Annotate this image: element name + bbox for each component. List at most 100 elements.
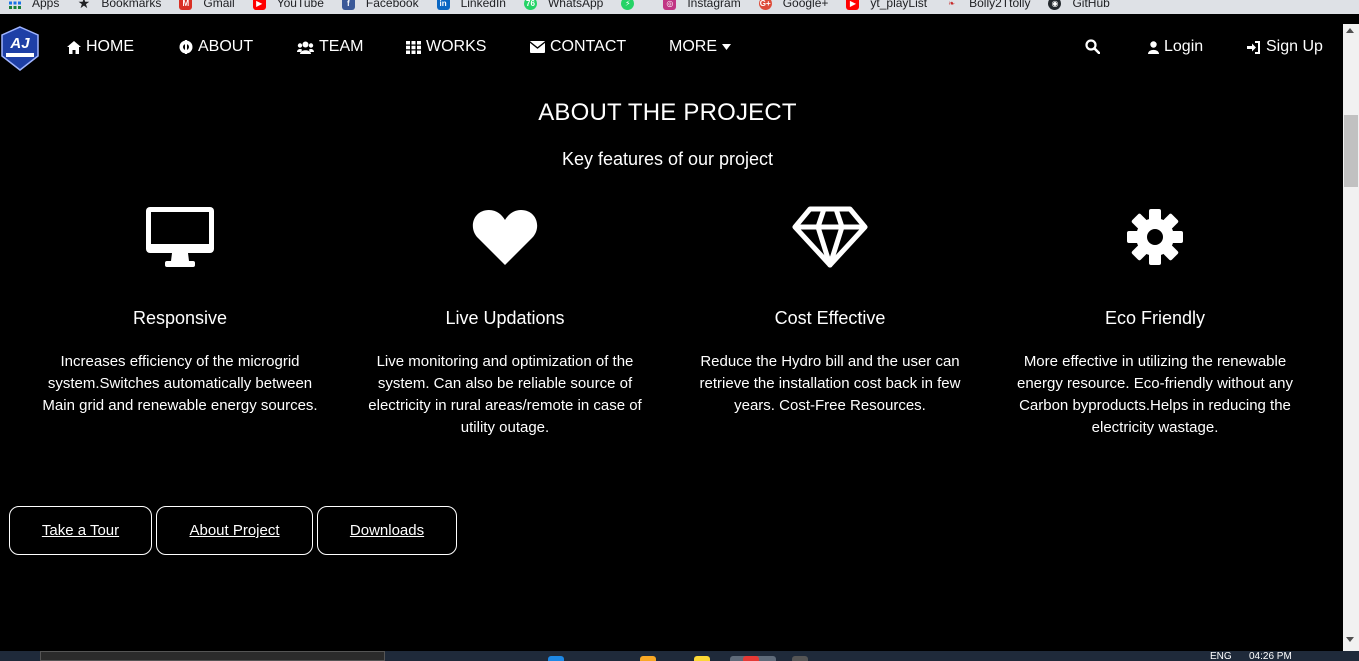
bookmark-label: Bookmarks [101, 0, 162, 10]
bookmark-label: WhatsApp [547, 0, 604, 10]
sign-in-icon [1247, 40, 1260, 54]
bookmark-github[interactable]: ◉ GitHub [1048, 0, 1110, 10]
signup-link[interactable]: Sign Up [1247, 38, 1323, 56]
apps-grid-icon [8, 0, 21, 10]
feature-title: Cost Effective [774, 308, 886, 328]
login-label: Login [1164, 38, 1204, 55]
scroll-up-arrow-icon[interactable] [1346, 28, 1354, 33]
taskbar-app-icon[interactable] [694, 656, 710, 661]
bolt-icon: ⚡ [621, 0, 635, 10]
logo[interactable]: AJ [0, 26, 40, 72]
youtube-icon: ▶ [252, 0, 266, 10]
downloads-button[interactable]: Downloads [317, 506, 457, 555]
feature-description: Reduce the Hydro bill and the user can r… [699, 353, 961, 414]
feature-description: Increases efficiency of the microgrid sy… [42, 353, 318, 414]
nav-contact[interactable]: CONTACT [530, 38, 626, 56]
nav-team[interactable]: TEAM [297, 38, 363, 56]
section-subtitle: Key features of our project [561, 149, 774, 169]
feature-title: Eco Friendly [1104, 308, 1206, 328]
envelope-icon [530, 41, 545, 53]
nav-works[interactable]: WORKS [406, 38, 486, 56]
caret-down-icon [722, 44, 731, 50]
search-button[interactable] [1085, 39, 1100, 54]
section-title: ABOUT THE PROJECT [538, 99, 797, 126]
gmail-icon: M [179, 0, 193, 10]
os-taskbar: ENG 04:26 PM [0, 651, 1359, 661]
take-tour-button[interactable]: Take a Tour [9, 506, 152, 555]
nav-contact-label: CONTACT [550, 38, 627, 55]
scroll-down-arrow-icon[interactable] [1346, 637, 1354, 642]
bolly-icon: ❧ [948, 0, 955, 8]
heart-icon [355, 200, 655, 274]
feature-description: Live monitoring and optimization of the … [368, 353, 642, 436]
bookmark-yt-playlist[interactable]: ▶ yt_playList [846, 0, 927, 10]
bookmark-label: YouTube [276, 0, 324, 10]
user-icon [1148, 40, 1159, 54]
bookmark-facebook[interactable]: f Facebook [341, 0, 419, 10]
youtube-icon: ▶ [846, 0, 860, 10]
bookmark-linkedin[interactable]: in LinkedIn [436, 0, 506, 10]
nav-works-label: WORKS [426, 38, 487, 55]
search-icon [1085, 39, 1100, 54]
login-link[interactable]: Login [1148, 38, 1203, 56]
nav-more-label: MORE [669, 38, 717, 55]
scrollbar-thumb[interactable] [1344, 115, 1358, 187]
nav-about[interactable]: ABOUT [179, 38, 253, 56]
feature-title: Responsive [132, 308, 228, 328]
bookmark-label: Facebook [365, 0, 419, 10]
bookmark-label: yt_playList [870, 0, 928, 10]
grid-icon [406, 40, 421, 54]
bookmarks-bar: Apps ★ Bookmarks M Gmail ▶ YouTube f Fac… [0, 0, 1359, 14]
taskbar-app-icon[interactable] [640, 656, 656, 661]
bookmark-apps[interactable]: Apps [8, 0, 59, 10]
bookmark-bolly[interactable]: ❧ Bolly2Ttolly [945, 0, 1030, 10]
feature-title: Live Updations [445, 308, 565, 328]
nav-home[interactable]: HOME [67, 38, 134, 56]
users-icon [297, 41, 314, 54]
bookmark-label: LinkedIn [460, 0, 506, 10]
gear-icon [1005, 200, 1305, 274]
bookmark-bolt[interactable]: ⚡ [621, 0, 645, 10]
feature-card: Eco Friendly More effective in utilizing… [1005, 200, 1305, 439]
bookmark-label: Bolly2Ttolly [969, 0, 1031, 10]
bookmark-bookmarks[interactable]: ★ Bookmarks [77, 0, 162, 11]
bookmark-gmail[interactable]: M Gmail [179, 0, 235, 10]
feature-card: Responsive Increases efficiency of the m… [30, 200, 330, 417]
google-plus-icon: G+ [758, 0, 772, 10]
feature-card: Live Updations Live monitoring and optim… [355, 200, 655, 439]
main-navbar: AJ HOME ABOUT TEAM WORKS CONTACT MORE Lo… [0, 24, 1343, 72]
instagram-icon: ◎ [663, 0, 677, 10]
bookmark-whatsapp[interactable]: 76 WhatsApp [523, 0, 604, 10]
bookmark-google-plus[interactable]: G+ Google+ [758, 0, 829, 10]
nav-about-label: ABOUT [198, 38, 254, 55]
about-project-button[interactable]: About Project [156, 506, 313, 555]
bookmark-label: Google+ [782, 0, 829, 10]
taskbar-app-icon[interactable] [548, 656, 564, 661]
github-icon: ◉ [1048, 0, 1062, 10]
taskbar-app-icon[interactable] [792, 656, 808, 661]
bookmark-label: Apps [32, 0, 60, 10]
signup-label: Sign Up [1266, 38, 1323, 55]
bookmark-label: Instagram [687, 0, 741, 10]
bookmark-youtube[interactable]: ▶ YouTube [252, 0, 324, 10]
nav-home-label: HOME [86, 38, 134, 55]
taskbar-search-box[interactable] [40, 651, 385, 661]
nav-more-dropdown[interactable]: MORE [669, 38, 731, 56]
taskbar-clock[interactable]: 04:26 PM [1249, 652, 1292, 661]
feature-card: Cost Effective Reduce the Hydro bill and… [680, 200, 980, 417]
whatsapp-icon: 76 [523, 0, 537, 10]
bookmark-instagram[interactable]: ◎ Instagram [663, 0, 741, 10]
bookmark-label: GitHub [1072, 0, 1110, 10]
feature-description: More effective in utilizing the renewabl… [1017, 353, 1293, 436]
linkedin-icon: in [436, 0, 450, 10]
chrome-icon[interactable] [743, 656, 759, 661]
logo-text: AJ [9, 35, 30, 52]
home-icon [67, 40, 81, 54]
diamond-icon [680, 200, 980, 274]
bookmark-label: Gmail [203, 0, 235, 10]
taskbar-language[interactable]: ENG [1210, 652, 1232, 661]
about-icon [179, 40, 193, 54]
star-icon: ★ [77, 0, 91, 11]
nav-team-label: TEAM [319, 38, 364, 55]
desktop-icon [30, 200, 330, 274]
